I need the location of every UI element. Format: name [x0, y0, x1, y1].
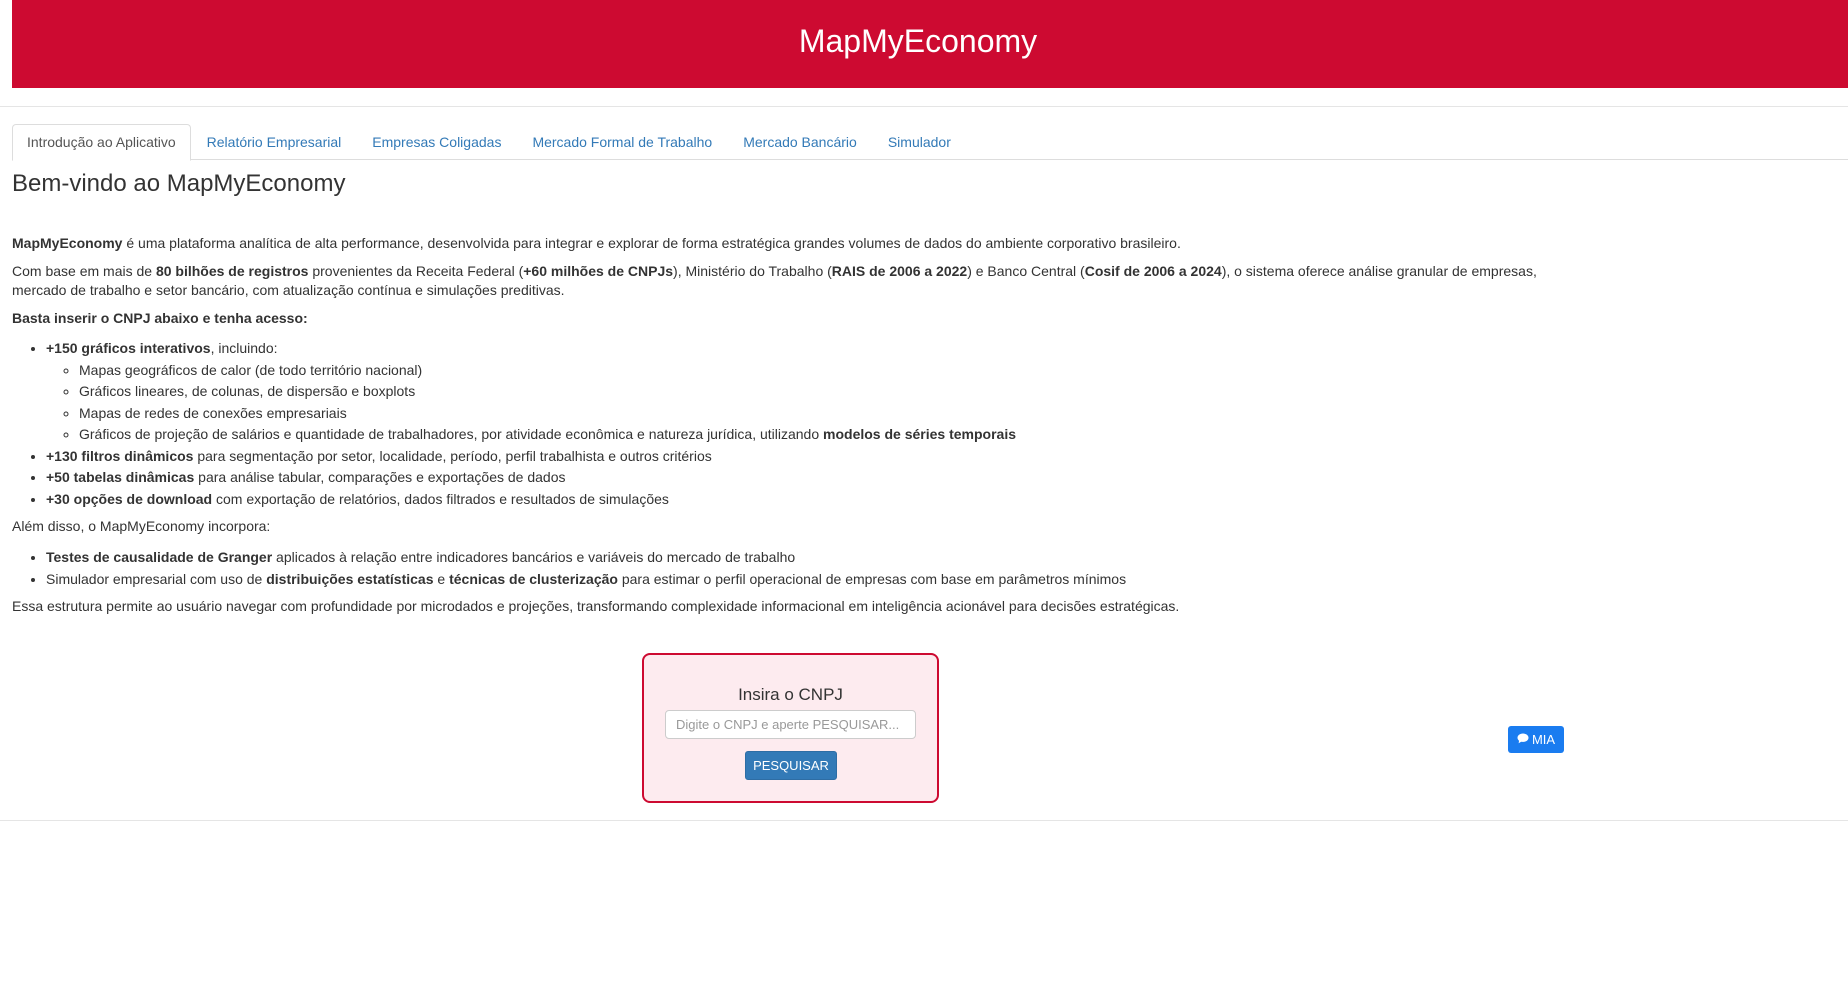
- text: , incluindo:: [210, 340, 278, 356]
- comment-icon: [1517, 732, 1532, 747]
- list-item: Simulador empresarial com uso de distrib…: [46, 568, 1126, 590]
- bold-text: +150 gráficos interativos: [46, 340, 211, 356]
- bold-text: 80 bilhões de registros: [155, 263, 309, 279]
- page-title: Bem-vindo ao MapMyEconomy: [12, 170, 346, 197]
- list-item: +150 gráficos interativos, incluindo: Ma…: [46, 338, 1016, 446]
- divider: [0, 820, 1848, 821]
- text: para estimar o perfil operacional de emp…: [617, 571, 1127, 587]
- text: é uma plataforma analítica de alta perfo…: [122, 235, 1181, 251]
- bold-text: distribuições estatísticas: [266, 571, 434, 587]
- tab-relatorio-empresarial[interactable]: Relatório Empresarial: [192, 124, 357, 160]
- bold-text: +130 filtros dinâmicos: [46, 447, 194, 464]
- text: provenientes da Receita Federal (: [308, 263, 524, 279]
- tab-empresas-coligadas[interactable]: Empresas Coligadas: [357, 124, 516, 160]
- text: Simulador empresarial com uso de: [46, 571, 267, 587]
- tab-bar: Introdução ao Aplicativo Relatório Empre…: [12, 124, 1848, 161]
- intro-paragraph-4: Além disso, o MapMyEconomy incorpora:: [12, 518, 271, 534]
- tab-mercado-formal-de-trabalho[interactable]: Mercado Formal de Trabalho: [517, 124, 727, 160]
- bold-text: +30 opções de download: [46, 490, 213, 507]
- list-item: +130 filtros dinâmicos para segmentação …: [46, 446, 1016, 468]
- list-item: Mapas de redes de conexões empresariais: [79, 403, 1016, 425]
- tab-introducao[interactable]: Introdução ao Aplicativo: [12, 124, 191, 161]
- cnpj-input[interactable]: [665, 710, 916, 739]
- text: ) e Banco Central (: [967, 263, 1085, 279]
- mia-label: MIA: [1531, 732, 1556, 747]
- extras-list: Testes de causalidade de Granger aplicad…: [12, 546, 1126, 590]
- list-item: Testes de causalidade de Granger aplicad…: [46, 546, 1126, 568]
- app-title: MapMyEconomy: [798, 22, 1038, 59]
- search-title: Insira o CNPJ: [738, 685, 843, 704]
- bold-text: RAIS de 2006 a 2022: [831, 263, 968, 279]
- intro-paragraph-5: Essa estrutura permite ao usuário navega…: [12, 598, 1180, 614]
- search-button[interactable]: PESQUISAR: [745, 751, 837, 780]
- list-item: Gráficos de projeção de salários e quant…: [79, 424, 1016, 446]
- divider: [0, 106, 1848, 107]
- list-item: +50 tabelas dinâmicas para análise tabul…: [46, 467, 1016, 489]
- bold-text: MapMyEconomy: [12, 235, 123, 251]
- text: com exportação de relatórios, dados filt…: [212, 490, 669, 507]
- text: Gráficos de projeção de salários e quant…: [79, 426, 824, 442]
- text: Com base em mais de: [12, 263, 156, 279]
- bold-text: modelos de séries temporais: [823, 426, 1016, 442]
- mia-chat-button[interactable]: MIA: [1508, 726, 1564, 753]
- text: e: [433, 571, 450, 587]
- tab-simulador[interactable]: Simulador: [873, 124, 966, 160]
- cnpj-search-panel: Insira o CNPJ PESQUISAR: [642, 653, 939, 803]
- charts-sublist: Mapas geográficos de calor (de todo terr…: [46, 360, 1016, 446]
- tab-mercado-bancario[interactable]: Mercado Bancário: [728, 124, 872, 160]
- bold-text: técnicas de clusterização: [449, 571, 618, 587]
- intro-content: Bem-vindo ao MapMyEconomy MapMyEconomy é…: [12, 166, 1848, 614]
- list-item: Mapas geográficos de calor (de todo terr…: [79, 360, 1016, 382]
- app-header: MapMyEconomy: [12, 0, 1848, 88]
- text: para análise tabular, comparações e expo…: [194, 469, 566, 485]
- text: ), Ministério do Trabalho (: [673, 263, 832, 279]
- text: para segmentação por setor, localidade, …: [193, 447, 712, 464]
- bold-text: +60 milhões de CNPJs: [523, 263, 674, 279]
- intro-paragraph-3: Basta inserir o CNPJ abaixo e tenha aces…: [12, 310, 308, 326]
- bold-text: Testes de causalidade de Granger: [46, 549, 273, 565]
- list-item: +30 opções de download com exportação de…: [46, 489, 1016, 511]
- text: aplicados à relação entre indicadores ba…: [272, 549, 796, 565]
- bold-text: +50 tabelas dinâmicas: [46, 469, 195, 485]
- list-item: Gráficos lineares, de colunas, de disper…: [79, 381, 1016, 403]
- features-list: +150 gráficos interativos, incluindo: Ma…: [12, 338, 1016, 510]
- bold-text: Cosif de 2006 a 2024: [1084, 263, 1222, 279]
- intro-paragraph-2: Com base em mais de 80 bilhões de regist…: [12, 262, 1582, 300]
- intro-paragraph-1: MapMyEconomy é uma plataforma analítica …: [12, 234, 1181, 253]
